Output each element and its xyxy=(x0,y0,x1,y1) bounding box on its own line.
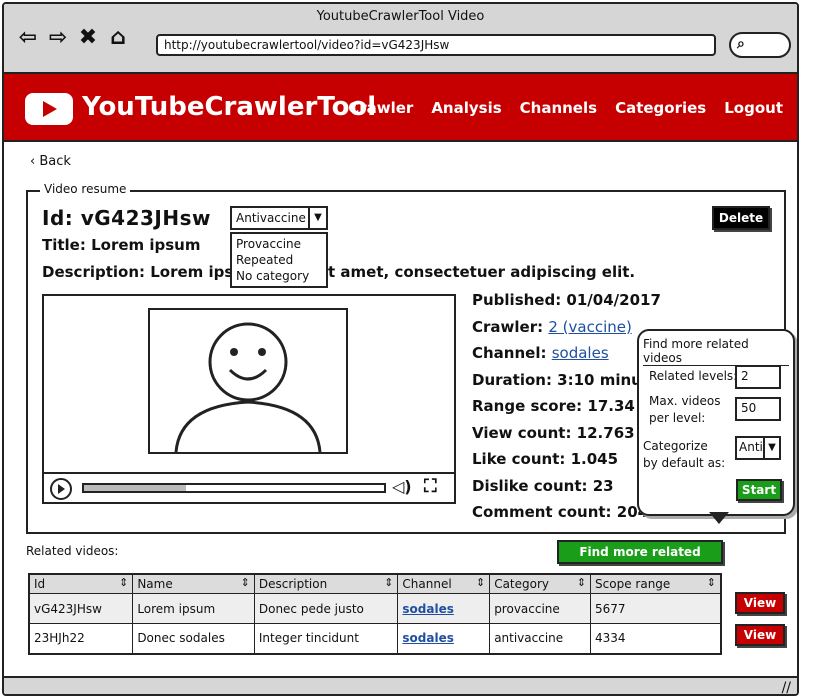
youtube-logo-icon xyxy=(25,93,73,125)
col-description[interactable]: Description ⇕ xyxy=(253,573,399,594)
cell-name: Lorem ipsum xyxy=(132,593,255,624)
col-id[interactable]: Id ⇕ xyxy=(28,573,134,594)
cell-category: provaccine xyxy=(489,593,592,624)
search-icon: ⌕ xyxy=(737,36,745,52)
arrow-left-icon[interactable]: ⇦ xyxy=(16,26,40,50)
video-id: Id: vG423JHsw xyxy=(42,206,211,230)
sort-icon[interactable]: ⇕ xyxy=(119,576,128,589)
table-row: vG423JHsw Lorem ipsum Donec pede justo s… xyxy=(28,593,722,624)
resize-grip-icon[interactable]: // xyxy=(782,680,791,694)
category-option[interactable]: Provaccine xyxy=(236,236,322,252)
video-player[interactable]: ◁) ⛶ xyxy=(42,294,456,504)
category-option[interactable]: Repeated xyxy=(236,252,322,268)
col-scope-range[interactable]: Scope range ⇕ xyxy=(590,573,722,594)
cell-channel: sodales xyxy=(397,593,491,624)
window-title: YoutubeCrawlerTool Video xyxy=(316,9,485,24)
browser-nav: ⇦ ⇨ ✖ ⌂ xyxy=(16,26,130,50)
fullscreen-icon[interactable]: ⛶ xyxy=(424,476,437,497)
cell-name: Donec sodales xyxy=(132,623,255,654)
categorize-label-2: by default as: xyxy=(643,456,726,470)
sort-icon[interactable]: ⇕ xyxy=(707,576,716,589)
find-more-related-button[interactable]: Find more related videos xyxy=(557,540,723,579)
related-videos-table: Id ⇕ Name ⇕ Description ⇕ Channel ⇕ Category… xyxy=(28,573,722,655)
nav-categories[interactable]: Categories xyxy=(615,99,706,117)
back-link[interactable]: ‹ Back xyxy=(30,154,71,169)
table-row: 23HJh22 Donec sodales Integer tincidunt … xyxy=(28,623,722,654)
channel-link[interactable]: sodales xyxy=(402,602,453,616)
player-controls: ◁) ⛶ xyxy=(44,472,454,502)
browser-titlebar: YoutubeCrawlerTool Video ⇦ ⇨ ✖ ⌂ http://… xyxy=(4,4,797,74)
nav-analysis[interactable]: Analysis xyxy=(431,99,501,117)
channel-label: Channel: xyxy=(472,344,547,362)
main-nav: Crawler Analysis Channels Categories Log… xyxy=(348,99,783,117)
related-levels-label: Related levels: xyxy=(649,369,738,383)
category-selected: Antivaccine xyxy=(236,211,306,225)
app-header: YouTubeCrawlerTool Crawler Analysis Chan… xyxy=(4,74,797,142)
browser-window: YoutubeCrawlerTool Video ⇦ ⇨ ✖ ⌂ http://… xyxy=(2,2,799,696)
browser-search-box[interactable]: ⌕ xyxy=(729,32,791,58)
cell-scope: 5677 xyxy=(590,593,722,624)
default-category-select[interactable]: Anti ▼ xyxy=(735,436,781,460)
max-videos-label-1: Max. videos xyxy=(649,394,721,408)
brand-name: YouTubeCrawlerTool xyxy=(82,92,377,122)
nav-channels[interactable]: Channels xyxy=(520,99,597,117)
chevron-down-icon[interactable]: ▼ xyxy=(763,438,779,458)
play-icon[interactable] xyxy=(50,478,72,500)
popover-title: Find more related videos xyxy=(643,337,789,366)
video-resume-legend: Video resume xyxy=(40,182,131,196)
delete-button[interactable]: Delete xyxy=(712,206,770,230)
sort-icon[interactable]: ⇕ xyxy=(384,576,393,589)
chevron-down-icon[interactable]: ▼ xyxy=(308,208,326,228)
volume-icon[interactable]: ◁) xyxy=(392,477,412,496)
cell-description: Integer tincidunt xyxy=(253,623,399,654)
cell-description: Donec pede justo xyxy=(253,593,399,624)
view-button[interactable]: View xyxy=(735,592,785,614)
nav-logout[interactable]: Logout xyxy=(724,99,783,117)
back-label: Back xyxy=(39,154,71,169)
smiley-icon xyxy=(174,322,322,453)
video-title: Title: Lorem ipsum xyxy=(42,236,201,254)
max-videos-label-2: per level: xyxy=(649,411,706,425)
arrow-right-icon[interactable]: ⇨ xyxy=(46,26,70,50)
crawler-link[interactable]: 2 (vaccine) xyxy=(548,318,631,336)
channel-link[interactable]: sodales xyxy=(552,344,609,362)
sort-icon[interactable]: ⇕ xyxy=(577,576,586,589)
max-videos-input[interactable]: 50 xyxy=(735,397,781,421)
cell-category: antivaccine xyxy=(489,623,592,654)
seek-progress xyxy=(84,485,186,491)
categorize-label-1: Categorize xyxy=(643,439,708,453)
category-option[interactable]: No category xyxy=(236,268,322,284)
sort-icon[interactable]: ⇕ xyxy=(241,576,250,589)
category-dropdown: Provaccine Repeated No category xyxy=(230,232,328,288)
sort-icon[interactable]: ⇕ xyxy=(476,576,485,589)
url-input[interactable]: http://youtubecrawlertool/video?id=vG423… xyxy=(156,34,716,56)
channel-link[interactable]: sodales xyxy=(402,631,453,645)
category-select[interactable]: Antivaccine ▼ xyxy=(230,206,328,230)
col-category[interactable]: Category ⇕ xyxy=(489,573,592,594)
seek-bar[interactable] xyxy=(82,483,386,493)
cell-id: 23HJh22 xyxy=(28,623,134,654)
crawler-label: Crawler: xyxy=(472,317,544,336)
start-button[interactable]: Start xyxy=(736,479,782,501)
col-channel[interactable]: Channel ⇕ xyxy=(397,573,491,594)
col-name[interactable]: Name ⇕ xyxy=(132,573,255,594)
cell-id: vG423JHsw xyxy=(28,593,134,624)
chevron-left-icon: ‹ xyxy=(30,154,36,169)
video-placeholder-image xyxy=(148,308,348,454)
video-description: Description: Lorem ipsum dolor sit amet,… xyxy=(42,263,636,281)
cell-channel: sodales xyxy=(397,623,491,654)
close-icon[interactable]: ✖ xyxy=(76,26,100,50)
cell-scope: 4334 xyxy=(590,623,722,654)
default-category-value: Anti xyxy=(739,440,763,454)
nav-crawler[interactable]: Crawler xyxy=(348,99,413,117)
published-date: Published: 01/04/2017 xyxy=(472,291,661,309)
find-related-popover: Find more related videos Related levels:… xyxy=(637,329,795,524)
related-videos-label: Related videos: xyxy=(26,544,119,558)
home-icon[interactable]: ⌂ xyxy=(106,26,130,50)
related-levels-input[interactable]: 2 xyxy=(735,365,781,389)
popover-tail xyxy=(709,512,729,524)
browser-statusbar: // xyxy=(4,676,797,694)
view-button[interactable]: View xyxy=(735,624,785,646)
